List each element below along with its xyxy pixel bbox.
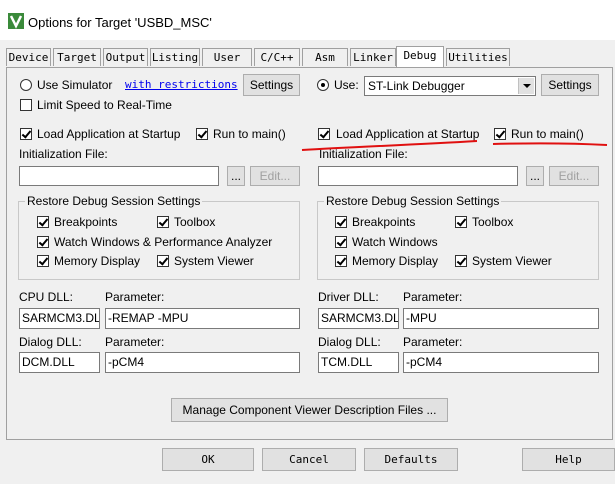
dialog-footer: OK Cancel Defaults Help [0, 444, 615, 484]
tab-utilities[interactable]: Utilities [446, 48, 510, 66]
ok-button[interactable]: OK [162, 448, 254, 471]
right-load-app-label: Load Application at Startup [336, 127, 480, 141]
left-toolbox-checkbox[interactable] [157, 216, 169, 228]
left-run-to-main-label: Run to main() [213, 127, 286, 141]
driver-param-label: Parameter: [403, 290, 463, 304]
right-dialog-param-input[interactable]: -pCM4 [403, 352, 599, 373]
cpu-dll-label: CPU DLL: [19, 290, 74, 304]
debugger-settings-button[interactable]: Settings [541, 74, 599, 96]
left-memory-label: Memory Display [54, 254, 141, 268]
cpu-param-label: Parameter: [105, 290, 165, 304]
debugger-select[interactable]: ST-Link Debugger [364, 76, 536, 96]
left-system-viewer-label: System Viewer [174, 254, 254, 268]
right-dialog-dll-input[interactable]: TCM.DLL [318, 352, 399, 373]
left-run-to-main-checkbox[interactable] [196, 128, 208, 140]
right-run-to-main-checkbox[interactable] [494, 128, 506, 140]
right-toolbox-label: Toolbox [472, 215, 514, 229]
left-dialog-dll-label: Dialog DLL: [19, 335, 82, 349]
right-memory-checkbox[interactable] [335, 255, 347, 267]
left-init-edit-button[interactable]: Edit... [250, 166, 300, 186]
right-run-to-main-label: Run to main() [511, 127, 584, 141]
left-memory-checkbox[interactable] [37, 255, 49, 267]
right-init-browse-button[interactable]: ... [526, 166, 544, 186]
tab-user[interactable]: User [202, 48, 252, 66]
left-breakpoints-checkbox[interactable] [37, 216, 49, 228]
driver-dll-input[interactable]: SARMCM3.DLL [318, 308, 399, 329]
cancel-button[interactable]: Cancel [262, 448, 356, 471]
left-init-file-label: Initialization File: [19, 147, 108, 161]
simulator-settings-button[interactable]: Settings [243, 74, 300, 96]
tab-linker[interactable]: Linker [350, 48, 396, 66]
right-breakpoints-label: Breakpoints [352, 215, 416, 229]
right-restore-group-title: Restore Debug Session Settings [324, 194, 502, 208]
tab-cc[interactable]: C/C++ [254, 48, 300, 66]
right-watch-label: Watch Windows [352, 235, 438, 249]
tab-asm[interactable]: Asm [302, 48, 348, 66]
use-debugger-radio[interactable] [317, 79, 329, 91]
right-memory-label: Memory Display [352, 254, 439, 268]
cpu-dll-input[interactable]: SARMCM3.DLL [19, 308, 100, 329]
right-dialog-dll-label: Dialog DLL: [318, 335, 381, 349]
right-toolbox-checkbox[interactable] [455, 216, 467, 228]
driver-param-input[interactable]: -MPU [403, 308, 599, 329]
right-system-viewer-checkbox[interactable] [455, 255, 467, 267]
left-watch-checkbox[interactable] [37, 236, 49, 248]
left-load-app-label: Load Application at Startup [37, 127, 181, 141]
left-init-browse-button[interactable]: ... [227, 166, 245, 186]
use-simulator-label: Use Simulator [37, 78, 113, 92]
right-init-file-label: Initialization File: [319, 147, 408, 161]
right-dialog-param-label: Parameter: [403, 335, 463, 349]
right-load-app-checkbox[interactable] [318, 128, 330, 140]
title-bar: Options for Target 'USBD_MSC' [0, 0, 615, 40]
left-system-viewer-checkbox[interactable] [157, 255, 169, 267]
tab-debug[interactable]: Debug [396, 46, 444, 67]
limit-speed-checkbox[interactable] [20, 99, 32, 111]
tab-strip: Device Target Output Listing User C/C++ … [0, 46, 615, 68]
left-restore-group-title: Restore Debug Session Settings [25, 194, 203, 208]
left-toolbox-label: Toolbox [174, 215, 216, 229]
manage-component-viewer-button[interactable]: Manage Component Viewer Description File… [171, 398, 448, 422]
chevron-down-icon[interactable] [518, 78, 534, 94]
window-title: Options for Target 'USBD_MSC' [28, 15, 212, 30]
right-breakpoints-checkbox[interactable] [335, 216, 347, 228]
use-simulator-radio[interactable] [20, 79, 32, 91]
left-dialog-param-input[interactable]: -pCM4 [105, 352, 300, 373]
left-watch-label: Watch Windows & Performance Analyzer [54, 235, 273, 249]
right-system-viewer-label: System Viewer [472, 254, 552, 268]
left-breakpoints-label: Breakpoints [54, 215, 118, 229]
left-dialog-dll-input[interactable]: DCM.DLL [19, 352, 100, 373]
tab-target[interactable]: Target [53, 48, 101, 66]
tab-device[interactable]: Device [6, 48, 51, 66]
left-dialog-param-label: Parameter: [105, 335, 165, 349]
use-label: Use: [334, 78, 359, 92]
right-watch-checkbox[interactable] [335, 236, 347, 248]
tab-output[interactable]: Output [103, 48, 148, 66]
limit-speed-label: Limit Speed to Real-Time [37, 98, 172, 112]
left-load-app-checkbox[interactable] [20, 128, 32, 140]
debugger-select-value: ST-Link Debugger [368, 79, 465, 93]
help-button[interactable]: Help [522, 448, 615, 471]
defaults-button[interactable]: Defaults [364, 448, 458, 471]
right-init-file-input[interactable] [318, 166, 518, 186]
cpu-param-input[interactable]: -REMAP -MPU [105, 308, 300, 329]
uvision-app-icon [8, 13, 24, 29]
tab-listing[interactable]: Listing [150, 48, 200, 66]
left-init-file-input[interactable] [19, 166, 219, 186]
with-restrictions-link[interactable]: with restrictions [125, 78, 238, 91]
driver-dll-label: Driver DLL: [318, 290, 379, 304]
right-init-edit-button[interactable]: Edit... [549, 166, 599, 186]
